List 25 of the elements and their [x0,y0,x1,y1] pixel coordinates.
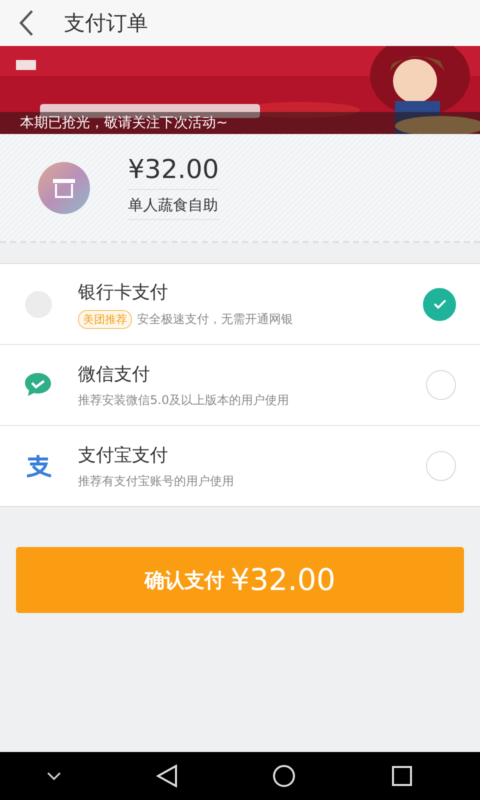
radio-button[interactable] [423,288,456,320]
payment-title: 支付宝支付 [78,444,169,466]
recommend-tag: 美团推荐 [78,310,132,328]
payment-description: 推荐有支付宝账号的用户使用 [78,472,234,490]
alipay-icon [24,454,52,478]
payment-description: 安全极速支付，无需开通网银 [137,310,293,328]
order-price: ¥32.00 [128,155,219,190]
recents-nav-icon[interactable] [390,765,413,787]
back-icon[interactable] [18,9,34,37]
payment-description: 推荐安装微信5.0及以上版本的用户使用 [78,392,290,408]
chat-bubble-check-icon [24,372,52,398]
home-nav-icon[interactable] [272,764,296,788]
back-nav-icon[interactable] [156,764,178,788]
radio-button[interactable] [426,451,456,481]
shop-icon [38,162,90,214]
payment-option[interactable]: 微信支付 推荐安装微信5.0及以上版本的用户使用 [0,345,480,426]
payment-title: 银行卡支付 [78,280,169,304]
payment-option[interactable]: 银行卡支付 美团推荐 安全极速支付，无需开通网银 [0,264,480,345]
payment-title: 微信支付 [78,362,151,386]
page-title: 支付订单 [64,10,148,37]
order-name: 单人蔬食自助 [128,190,219,220]
chevron-down-icon[interactable] [47,771,62,781]
payment-option[interactable]: 支付宝支付 推荐有支付宝账号的用户使用 [0,426,480,506]
banner-caption: 本期已抢光，敬请关注下次活动~ [0,112,480,134]
radio-button[interactable] [426,370,456,400]
